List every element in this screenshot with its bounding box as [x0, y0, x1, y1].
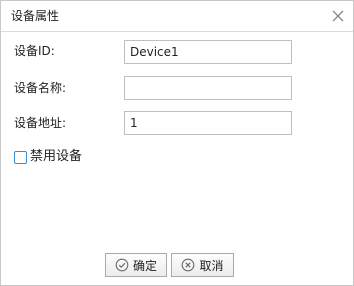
dialog-titlebar: 设备属性 — [1, 1, 353, 32]
disable-device-checkbox[interactable] — [14, 150, 27, 164]
device-name-input[interactable] — [124, 76, 292, 100]
ok-button-label: 确定 — [132, 258, 157, 273]
ok-button[interactable]: 确定 — [105, 253, 167, 277]
cancel-button[interactable]: 取消 — [171, 253, 234, 277]
dialog-title: 设备属性 — [11, 9, 60, 23]
x-circle-icon — [182, 258, 195, 272]
device-name-label: 设备名称: — [14, 81, 67, 95]
close-icon[interactable] — [329, 7, 347, 25]
check-circle-icon — [115, 258, 129, 272]
device-address-label: 设备地址: — [14, 116, 67, 130]
device-properties-dialog: 设备属性 设备ID: 设备名称: 设备地址: 禁用设备 确定 取消 — [0, 0, 354, 286]
device-id-label: 设备ID: — [14, 44, 55, 58]
disable-device-checkbox-row[interactable]: 禁用设备 — [14, 148, 82, 166]
device-id-input[interactable] — [124, 40, 292, 64]
disable-device-label: 禁用设备 — [30, 149, 83, 164]
cancel-button-label: 取消 — [199, 258, 224, 273]
device-address-input[interactable] — [124, 111, 292, 135]
